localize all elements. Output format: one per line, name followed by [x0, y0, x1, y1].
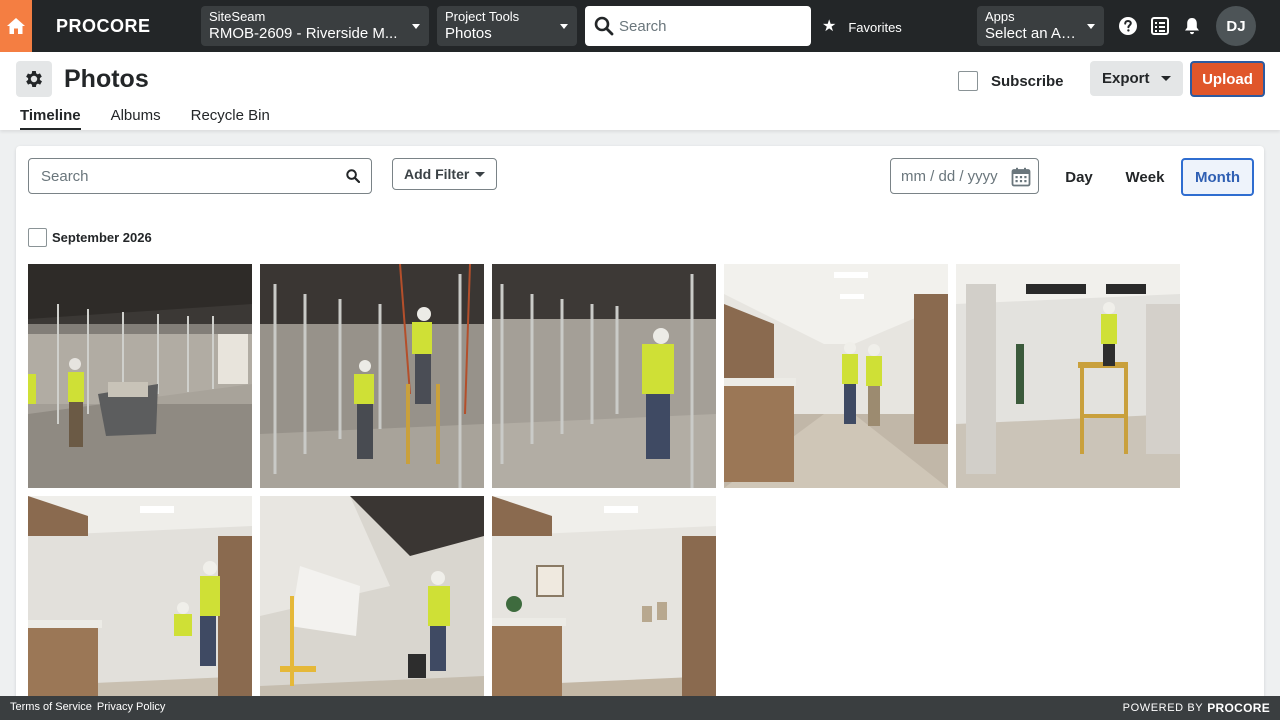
chevron-down-icon — [1087, 24, 1095, 29]
export-label: Export — [1102, 70, 1150, 87]
help-icon — [1119, 17, 1137, 35]
tool-selector-label: Project Tools — [445, 9, 520, 24]
interior-photo — [28, 496, 252, 706]
search-icon[interactable] — [346, 169, 360, 183]
global-search[interactable] — [585, 6, 811, 46]
date-picker[interactable]: mm / dd / yyyy — [890, 158, 1039, 194]
view-day-button[interactable]: Day — [1055, 158, 1103, 196]
photo-thumbnail[interactable] — [28, 264, 252, 488]
month-group-header: September 2026 — [28, 228, 152, 247]
apps-selector[interactable]: Apps Select an App — [977, 6, 1104, 46]
view-week-button[interactable]: Week — [1117, 158, 1173, 196]
photos-timeline-card: Add Filter mm / dd / yyyy Day Week Month… — [16, 146, 1264, 706]
tab-timeline[interactable]: Timeline — [20, 107, 81, 130]
home-icon — [7, 18, 25, 34]
chevron-down-icon — [412, 24, 420, 29]
procore-logo[interactable]: PROCORE — [56, 17, 151, 35]
subscribe-label: Subscribe — [991, 72, 1064, 90]
favorites-button[interactable]: ★ Favorites — [822, 17, 902, 37]
subscribe-toggle[interactable]: Subscribe — [958, 71, 1064, 91]
home-button[interactable] — [0, 0, 32, 52]
search-icon — [594, 16, 614, 36]
photo-thumbnail[interactable] — [260, 496, 484, 706]
add-filter-label: Add Filter — [404, 166, 470, 182]
photo-thumbnail[interactable] — [28, 496, 252, 706]
top-navigation: PROCORE SiteSeam RMOB-2609 - Riverside M… — [0, 0, 1280, 52]
page-title: Photos — [64, 65, 149, 93]
photo-thumbnail[interactable] — [260, 264, 484, 488]
favorites-label: Favorites — [848, 19, 902, 35]
conversations-button[interactable] — [1150, 16, 1170, 36]
footer: Terms of Service Privacy Policy POWERED … — [0, 696, 1280, 720]
powered-by-label: POWERED BY — [1122, 702, 1204, 714]
subscribe-checkbox[interactable] — [958, 71, 978, 91]
construction-photo — [260, 264, 484, 488]
export-button[interactable]: Export — [1090, 61, 1183, 96]
caret-down-icon — [1161, 76, 1171, 81]
select-month-checkbox[interactable] — [28, 228, 47, 247]
photo-thumbnail[interactable] — [492, 496, 716, 706]
list-icon — [1151, 17, 1169, 35]
month-group-label: September 2026 — [52, 230, 152, 245]
apps-selector-value: Select an App — [985, 25, 1076, 42]
tool-settings-button[interactable] — [16, 61, 52, 97]
notifications-button[interactable] — [1182, 16, 1202, 36]
chevron-down-icon — [560, 24, 568, 29]
caret-down-icon — [475, 172, 485, 177]
privacy-link[interactable]: Privacy Policy — [97, 701, 165, 713]
photo-thumbnail[interactable] — [724, 264, 948, 488]
photo-search[interactable] — [28, 158, 372, 194]
tab-bar: Timeline Albums Recycle Bin — [20, 107, 300, 130]
project-selector-label: SiteSeam — [209, 9, 266, 24]
project-selector-value: RMOB-2609 - Riverside M... — [209, 25, 398, 42]
global-search-input[interactable] — [619, 6, 805, 46]
apps-selector-label: Apps — [985, 9, 1015, 24]
page-header: Photos Subscribe Export Upload Timeline … — [0, 52, 1280, 130]
tab-albums[interactable]: Albums — [111, 107, 161, 130]
interior-photo — [492, 496, 716, 706]
upload-button[interactable]: Upload — [1190, 61, 1265, 97]
bell-icon — [1185, 18, 1199, 35]
star-icon: ★ — [822, 18, 837, 35]
user-avatar[interactable]: DJ — [1216, 6, 1256, 46]
calendar-icon[interactable] — [1011, 167, 1031, 187]
construction-photo — [260, 496, 484, 706]
construction-photo — [492, 264, 716, 488]
tool-selector-value: Photos — [445, 25, 492, 42]
construction-photo — [28, 264, 252, 488]
add-filter-button[interactable]: Add Filter — [392, 158, 497, 190]
photo-thumbnail[interactable] — [492, 264, 716, 488]
gear-icon — [26, 71, 42, 87]
interior-photo — [724, 264, 948, 488]
tab-recycle-bin[interactable]: Recycle Bin — [191, 107, 270, 130]
project-selector[interactable]: SiteSeam RMOB-2609 - Riverside M... — [201, 6, 429, 46]
date-placeholder: mm / dd / yyyy — [901, 168, 998, 185]
photo-search-input[interactable] — [41, 159, 331, 193]
terms-link[interactable]: Terms of Service — [10, 701, 92, 713]
interior-photo — [956, 264, 1180, 488]
view-month-button[interactable]: Month — [1181, 158, 1254, 196]
footer-procore-logo: PROCORE — [1207, 701, 1270, 715]
help-button[interactable] — [1118, 16, 1138, 36]
tool-selector[interactable]: Project Tools Photos — [437, 6, 577, 46]
powered-by: POWERED BY PROCORE — [1123, 701, 1270, 715]
photo-thumbnail[interactable] — [956, 264, 1180, 488]
